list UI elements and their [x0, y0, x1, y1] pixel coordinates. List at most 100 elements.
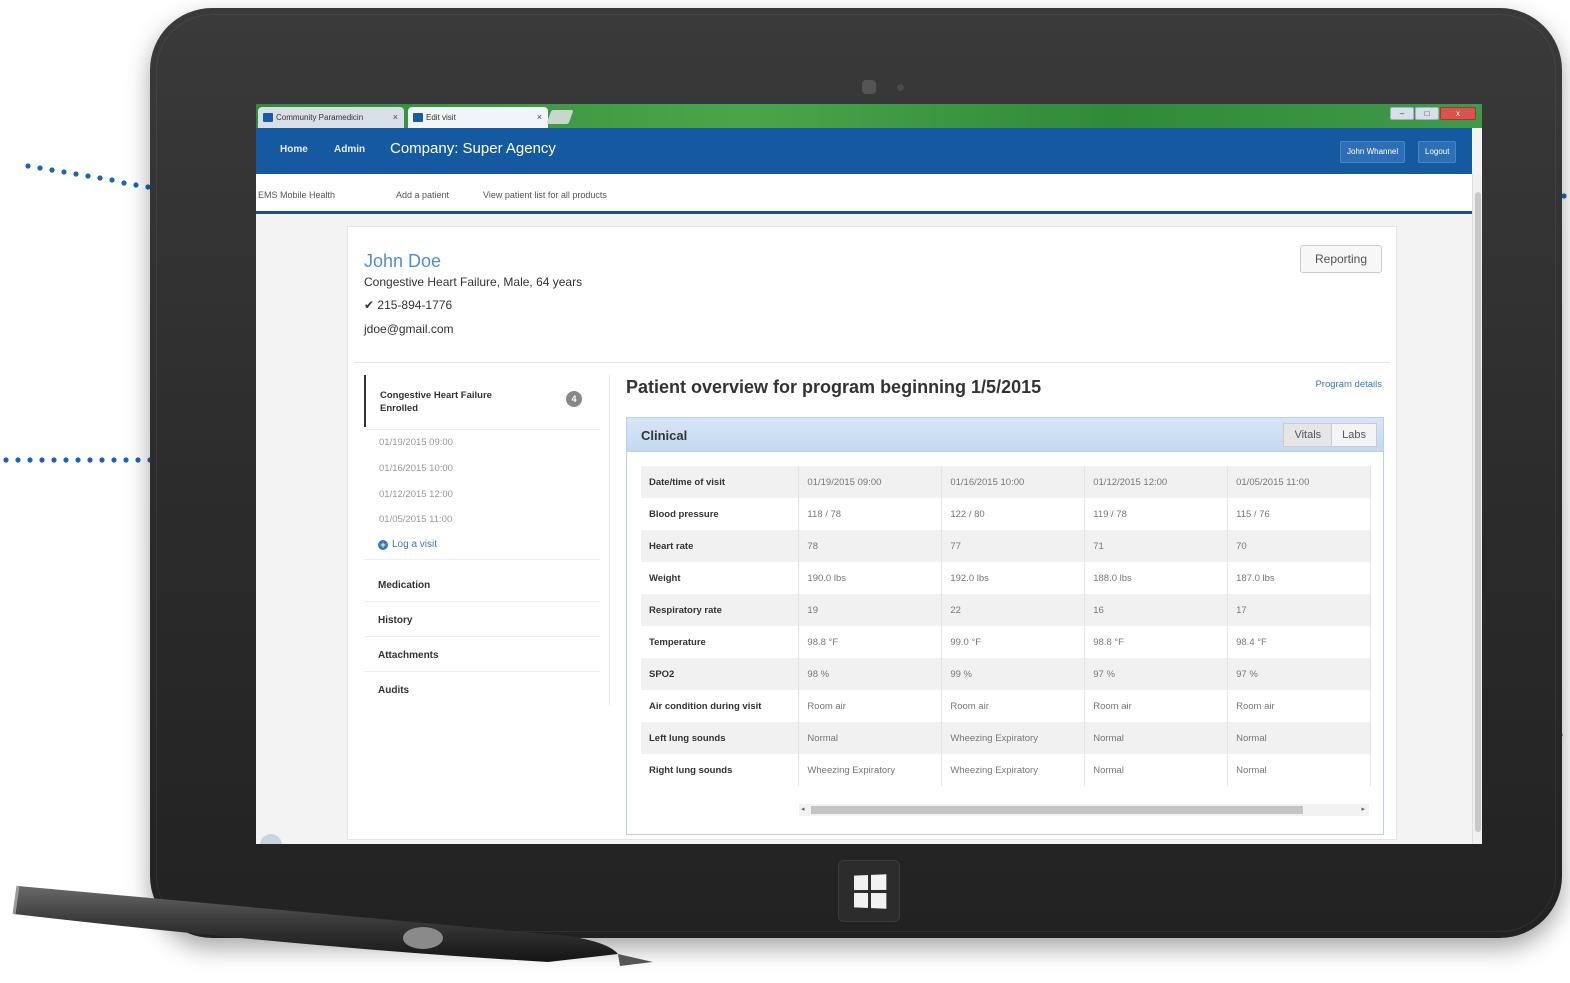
- table-row: Temperature 98.8 °F 99.0 °F 98.8 °F 98.4…: [641, 626, 1371, 658]
- table-cell: 70: [1227, 530, 1371, 562]
- sensor-icon: [897, 84, 904, 91]
- clinical-tabs: Vitals Labs: [1283, 423, 1377, 447]
- table-cell: 97 %: [1227, 658, 1371, 690]
- row-label: SPO2: [641, 658, 800, 690]
- table-cell: 122 / 80: [941, 498, 1086, 530]
- divider: [364, 636, 600, 637]
- close-icon[interactable]: ×: [393, 112, 398, 122]
- table-cell: 119 / 78: [1084, 498, 1229, 530]
- maximize-button[interactable]: □: [1415, 107, 1439, 120]
- section-audits[interactable]: Audits: [378, 685, 409, 696]
- divider: [364, 429, 600, 430]
- page-scrollbar[interactable]: [1472, 174, 1482, 844]
- table-cell: Normal: [798, 722, 943, 754]
- table-row: SPO2 98 % 99 % 97 % 97 %: [641, 658, 1371, 690]
- table-cell: Wheezing Expiratory: [941, 722, 1086, 754]
- clinical-header: Clinical Vitals Labs: [627, 418, 1383, 452]
- table-row: Air condition during visit Room air Room…: [641, 690, 1371, 722]
- row-label: Respiratory rate: [641, 594, 800, 626]
- reporting-button[interactable]: Reporting: [1300, 245, 1382, 273]
- table-cell: 17: [1227, 594, 1371, 626]
- hscroll-thumb[interactable]: [811, 806, 1303, 814]
- table-cell: Normal: [1227, 722, 1371, 754]
- help-icon[interactable]: [260, 834, 282, 844]
- visit-link[interactable]: 01/05/2015 11:00: [379, 514, 452, 525]
- table-row: Right lung sounds Wheezing Expiratory Wh…: [641, 754, 1371, 786]
- section-attachments[interactable]: Attachments: [378, 650, 439, 661]
- browser-tab-1[interactable]: Community Paramedicin ×: [258, 107, 404, 128]
- patient-phone: ✔ 215-894-1776: [364, 298, 453, 312]
- camera-icon: [862, 80, 876, 94]
- row-label: Weight: [641, 562, 800, 594]
- patient-name[interactable]: John Doe: [364, 251, 441, 272]
- sub-navbar: EMS Mobile Health Add a patient View pat…: [256, 174, 1472, 214]
- visit-link[interactable]: 01/19/2015 09:00: [379, 437, 453, 448]
- favicon-icon: [263, 113, 273, 122]
- table-cell: Normal: [1084, 754, 1229, 786]
- table-cell: Room air: [1227, 690, 1371, 722]
- browser-tab-label: Edit visit: [426, 113, 456, 122]
- user-button[interactable]: John Whannel: [1340, 141, 1406, 163]
- vitals-table: Date/time of visit 01/19/2015 09:00 01/1…: [641, 466, 1371, 786]
- view-patient-list-link[interactable]: View patient list for all products: [483, 190, 607, 200]
- app-screen: Community Paramedicin × Edit visit × – □…: [256, 104, 1482, 844]
- new-tab-button[interactable]: [546, 110, 574, 124]
- program-item[interactable]: Congestive Heart Failure Enrolled 4: [364, 375, 602, 427]
- table-cell: 16: [1084, 594, 1229, 626]
- tab-labs[interactable]: Labs: [1332, 423, 1377, 447]
- row-label: Left lung sounds: [641, 722, 800, 754]
- divider: [364, 601, 600, 602]
- program-details-link[interactable]: Program details: [1315, 379, 1382, 390]
- company-name[interactable]: Company: Super Agency: [390, 140, 556, 157]
- minimize-button[interactable]: –: [1390, 107, 1414, 120]
- table-cell: 98.8 °F: [1084, 626, 1229, 658]
- favicon-icon: [413, 113, 423, 122]
- table-cell: 01/16/2015 10:00: [941, 466, 1086, 498]
- table-cell: 98.8 °F: [798, 626, 943, 658]
- close-icon[interactable]: ×: [537, 112, 542, 122]
- table-cell: Room air: [1084, 690, 1229, 722]
- clinical-title: Clinical: [641, 428, 688, 443]
- table-cell: 01/05/2015 11:00: [1227, 466, 1371, 498]
- table-cell: 01/12/2015 12:00: [1084, 466, 1229, 498]
- divider: [364, 559, 600, 560]
- table-cell: 98 %: [798, 658, 943, 690]
- divider: [364, 671, 600, 672]
- table-cell: 78: [798, 530, 943, 562]
- program-title: Congestive Heart Failure Enrolled: [380, 390, 492, 414]
- nav-home[interactable]: Home: [280, 144, 308, 155]
- section-medication[interactable]: Medication: [378, 580, 430, 591]
- table-cell: 77: [941, 530, 1086, 562]
- program-sidebar: Congestive Heart Failure Enrolled 4 01/1…: [364, 375, 610, 705]
- table-cell: Normal: [1084, 722, 1229, 754]
- table-cell: Wheezing Expiratory: [941, 754, 1086, 786]
- browser-tab-label: Community Paramedicin: [276, 113, 364, 122]
- visit-link[interactable]: 01/16/2015 10:00: [379, 463, 453, 474]
- ems-mobile-health-link[interactable]: EMS Mobile Health: [258, 190, 335, 200]
- table-cell: 99 %: [941, 658, 1086, 690]
- divider: [354, 362, 1390, 363]
- table-hscrollbar[interactable]: ◂ ▸: [799, 804, 1369, 816]
- table-row: Weight 190.0 lbs 192.0 lbs 188.0 lbs 187…: [641, 562, 1371, 594]
- logout-button[interactable]: Logout: [1418, 141, 1457, 163]
- browser-tab-2[interactable]: Edit visit ×: [408, 107, 548, 128]
- section-history[interactable]: History: [378, 615, 412, 626]
- visit-link[interactable]: 01/12/2015 12:00: [379, 489, 453, 500]
- row-label: Heart rate: [641, 530, 800, 562]
- table-row: Left lung sounds Normal Wheezing Expirat…: [641, 722, 1371, 754]
- nav-admin[interactable]: Admin: [334, 144, 365, 155]
- scroll-left-icon[interactable]: ◂: [801, 805, 805, 813]
- table-cell: 190.0 lbs: [798, 562, 943, 594]
- table-row: Date/time of visit 01/19/2015 09:00 01/1…: [641, 466, 1371, 498]
- table-cell: 99.0 °F: [941, 626, 1086, 658]
- scrollbar-thumb[interactable]: [1475, 192, 1481, 832]
- close-window-button[interactable]: x: [1440, 107, 1476, 120]
- tab-vitals[interactable]: Vitals: [1283, 423, 1333, 447]
- add-patient-link[interactable]: Add a patient: [396, 190, 449, 200]
- overview-title: Patient overview for program beginning 1…: [626, 377, 1042, 397]
- scroll-right-icon[interactable]: ▸: [1361, 805, 1365, 813]
- table-cell: 98.4 °F: [1227, 626, 1371, 658]
- stylus-pen: [12, 885, 653, 966]
- log-visit-link[interactable]: + Log a visit: [378, 539, 437, 550]
- windows-button[interactable]: [838, 860, 900, 922]
